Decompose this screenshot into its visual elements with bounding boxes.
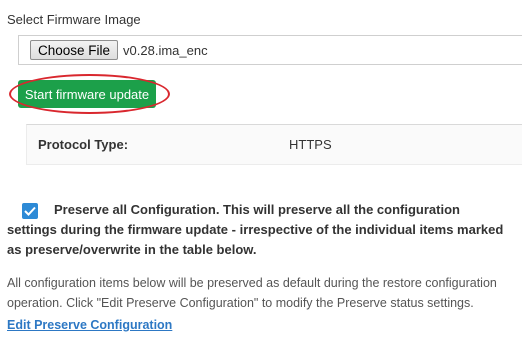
file-input-row: Choose File v0.28.ima_enc xyxy=(18,35,522,65)
firmware-update-page: Select Firmware Image Choose File v0.28.… xyxy=(0,0,522,345)
choose-file-button[interactable]: Choose File xyxy=(30,40,119,60)
start-firmware-update-button[interactable]: Start firmware update xyxy=(18,80,156,108)
selected-file-name: v0.28.ima_enc xyxy=(123,42,208,58)
select-firmware-label: Select Firmware Image xyxy=(7,12,141,27)
protocol-type-row: Protocol Type: HTTPS xyxy=(26,124,522,165)
protocol-type-label: Protocol Type: xyxy=(38,137,129,152)
preserve-all-checkbox[interactable] xyxy=(22,203,38,219)
edit-preserve-configuration-link[interactable]: Edit Preserve Configuration xyxy=(7,318,172,332)
protocol-type-value: HTTPS xyxy=(289,137,332,152)
preserve-all-text: Preserve all Configuration. This will pr… xyxy=(7,202,504,257)
preserve-info-text: All configuration items below will be pr… xyxy=(7,276,497,310)
checkmark-icon xyxy=(24,206,36,216)
preserve-config-option: Preserve all Configuration. This will pr… xyxy=(7,200,512,260)
